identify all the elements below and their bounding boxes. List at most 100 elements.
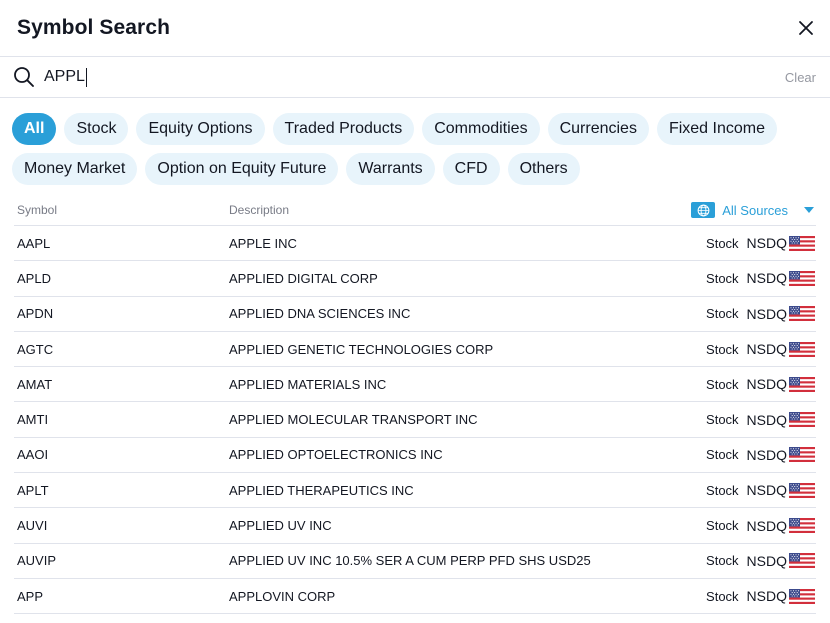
row-exchange: NSDQ (746, 588, 787, 605)
row-description: APPLIED THERAPEUTICS INC (229, 482, 414, 498)
row-exchange: NSDQ (746, 270, 787, 287)
row-exchange: NSDQ (746, 235, 787, 252)
row-type: Stock (706, 518, 739, 534)
row-symbol: AUVIP (17, 553, 57, 569)
row-meta: Stock NSDQ (706, 341, 815, 357)
filter-chips: All Stock Equity Options Traded Products Com… (0, 98, 820, 185)
row-meta: Stock NSDQ (706, 235, 815, 251)
filter-chip-warrants[interactable]: Warrants (346, 153, 435, 185)
row-symbol: AAPL (17, 235, 51, 251)
symbol-search-dialog: Symbol Search APPL Clear All Stock Equity … (0, 0, 830, 623)
header-description: Description (229, 203, 290, 217)
table-row[interactable]: APLD APPLIED DIGITAL CORP Stock NSDQ (14, 261, 816, 297)
dialog-title: Symbol Search (17, 16, 171, 39)
sources-label: All Sources (722, 202, 788, 218)
us-flag-icon (789, 306, 815, 322)
table-row[interactable]: APLT APPLIED THERAPEUTICS INC Stock NSDQ (14, 473, 816, 509)
row-type: Stock (706, 341, 739, 357)
row-type: Stock (706, 235, 739, 251)
table-row[interactable]: APDN APPLIED DNA SCIENCES INC Stock NSDQ (14, 297, 816, 332)
row-symbol: APDN (17, 306, 54, 322)
text-caret (85, 67, 87, 87)
us-flag-icon (789, 553, 815, 569)
row-type: Stock (706, 270, 739, 286)
row-exchange: NSDQ (746, 305, 787, 322)
row-symbol: APP (17, 588, 44, 604)
filter-chip-commodities[interactable]: Commodities (422, 113, 540, 145)
row-description: APPLIED OPTOELECTRONICS INC (229, 447, 443, 463)
row-symbol: APLD (17, 270, 51, 286)
table-row[interactable]: AUVI APPLIED UV INC Stock NSDQ (14, 508, 816, 544)
row-meta: Stock NSDQ (706, 553, 815, 569)
row-type: Stock (706, 553, 739, 569)
row-meta: Stock NSDQ (706, 412, 815, 428)
row-exchange: NSDQ (746, 446, 787, 463)
dialog-header: Symbol Search (0, 0, 830, 57)
us-flag-icon (789, 341, 815, 357)
row-description: APPLE INC (229, 235, 297, 251)
table-row[interactable]: AMAT APPLIED MATERIALS INC Stock NSDQ (14, 367, 816, 403)
close-icon (799, 21, 813, 35)
results-list: AAPL APPLE INC Stock NSDQ APLD APPLIED DIGIT… (14, 226, 816, 615)
search-input[interactable]: APPL (44, 67, 785, 87)
header-symbol: Symbol (17, 203, 58, 217)
row-symbol: AUVI (17, 518, 48, 534)
results-table: Symbol Description All Sources AAPL APPLE… (14, 195, 816, 615)
row-exchange: NSDQ (746, 517, 787, 534)
us-flag-icon (789, 518, 815, 534)
row-symbol: AMAT (17, 376, 53, 392)
row-exchange: NSDQ (746, 341, 787, 358)
table-row[interactable]: AAOI APPLIED OPTOELECTRONICS INC Stock NSDQ (14, 438, 816, 474)
chevron-down-icon (804, 207, 814, 213)
table-row[interactable]: AGTC APPLIED GENETIC TECHNOLOGIES CORP Sto… (14, 332, 816, 368)
row-type: Stock (706, 412, 739, 428)
filter-chip-option-on-equity-future[interactable]: Option on Equity Future (145, 153, 339, 185)
row-meta: Stock NSDQ (706, 447, 815, 463)
row-description: APPLIED MOLECULAR TRANSPORT INC (229, 412, 478, 428)
us-flag-icon (789, 588, 815, 604)
row-description: APPLOVIN CORP (229, 588, 336, 604)
filter-chip-fixed-income[interactable]: Fixed Income (656, 113, 777, 145)
row-meta: Stock NSDQ (706, 518, 815, 534)
row-exchange: NSDQ (746, 482, 787, 499)
table-row[interactable]: APP APPLOVIN CORP Stock NSDQ (14, 579, 816, 615)
us-flag-icon (789, 376, 815, 392)
row-symbol: APLT (17, 482, 49, 498)
us-flag-icon (789, 270, 815, 286)
clear-button[interactable]: Clear (785, 70, 816, 85)
row-exchange: NSDQ (746, 552, 787, 569)
sources-dropdown[interactable]: All Sources (691, 202, 814, 218)
row-description: APPLIED GENETIC TECHNOLOGIES CORP (229, 341, 494, 357)
row-description: APPLIED DIGITAL CORP (229, 270, 378, 286)
row-type: Stock (706, 306, 739, 322)
row-symbol: AMTI (17, 412, 49, 428)
table-row[interactable]: AAPL APPLE INC Stock NSDQ (14, 226, 816, 262)
us-flag-icon (789, 447, 815, 463)
filter-chip-others[interactable]: Others (507, 153, 580, 185)
row-symbol: AGTC (17, 341, 54, 357)
row-type: Stock (706, 447, 739, 463)
filter-chip-stock[interactable]: Stock (64, 113, 129, 145)
row-exchange: NSDQ (746, 411, 787, 428)
filter-chip-equity-options[interactable]: Equity Options (136, 113, 265, 145)
row-meta: Stock NSDQ (706, 306, 815, 322)
search-icon (12, 65, 36, 89)
us-flag-icon (789, 412, 815, 428)
row-description: APPLIED DNA SCIENCES INC (229, 306, 411, 322)
filter-chip-cfd[interactable]: CFD (442, 153, 500, 185)
row-description: APPLIED MATERIALS INC (229, 376, 387, 392)
row-type: Stock (706, 588, 739, 604)
table-row[interactable]: AUVIP APPLIED UV INC 10.5% SER A CUM PERP… (14, 544, 816, 579)
filter-chip-currencies[interactable]: Currencies (547, 113, 649, 145)
row-meta: Stock NSDQ (706, 270, 815, 286)
filter-chip-money-market[interactable]: Money Market (12, 153, 138, 185)
table-row[interactable]: AMTI APPLIED MOLECULAR TRANSPORT INC Stock… (14, 402, 816, 438)
table-header: Symbol Description All Sources (14, 195, 816, 226)
row-meta: Stock NSDQ (706, 482, 815, 498)
row-description: APPLIED UV INC (229, 518, 332, 534)
row-type: Stock (706, 482, 739, 498)
search-input-value: APPL (44, 68, 85, 85)
close-button[interactable] (793, 15, 819, 41)
filter-chip-all[interactable]: All (12, 113, 57, 145)
filter-chip-traded-products[interactable]: Traded Products (272, 113, 415, 145)
